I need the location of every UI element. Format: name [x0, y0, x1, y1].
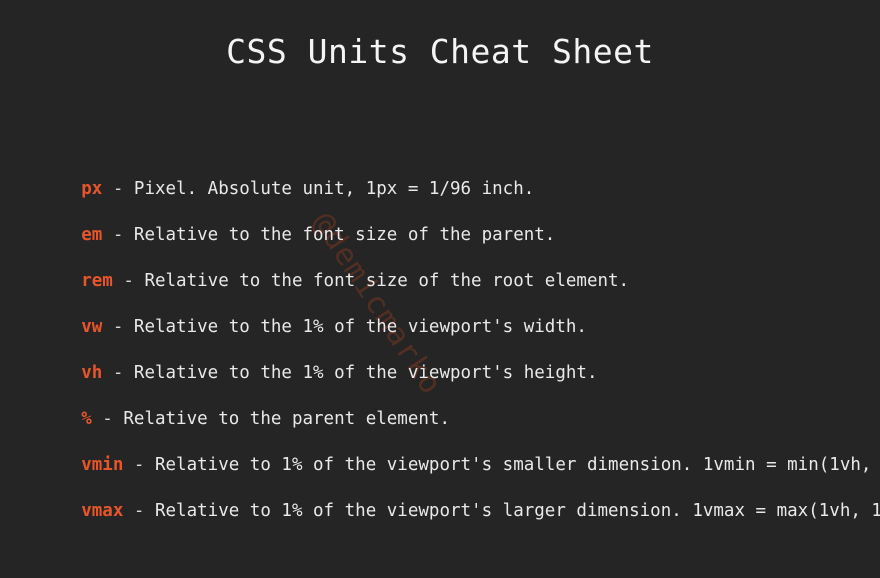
- list-item: vmin - Relative to 1% of the viewport's …: [18, 426, 871, 475]
- unit-name: vmax: [81, 501, 124, 521]
- list-item: px - Pixel. Absolute unit, 1px = 1/96 in…: [18, 150, 868, 199]
- list-item: vw - Relative to the 1% of the viewport'…: [18, 288, 868, 337]
- cheat-sheet-page: CSS Units Cheat Sheet @demicmarko px - P…: [0, 0, 880, 578]
- unit-name: rem: [81, 271, 113, 291]
- unit-name: vw: [81, 317, 103, 337]
- unit-description: Pixel. Absolute unit, 1px = 1/96 inch.: [133, 179, 535, 199]
- unit-description: Relative to the parent element.: [123, 409, 450, 429]
- css-units-list: px - Pixel. Absolute unit, 1px = 1/96 in…: [18, 150, 880, 521]
- unit-description: Relative to the font size of the root el…: [144, 271, 630, 291]
- unit-description: Relative to 1% of the viewport's larger …: [154, 501, 880, 521]
- unit-separator: -: [123, 501, 155, 521]
- list-item: vmax - Relative to 1% of the viewport's …: [18, 472, 880, 521]
- unit-description: Relative to the 1% of the viewport's wid…: [133, 317, 587, 337]
- unit-name: px: [81, 179, 103, 199]
- unit-name: %: [81, 409, 92, 429]
- unit-name: vh: [81, 363, 103, 383]
- list-item: em - Relative to the font size of the pa…: [18, 196, 868, 245]
- unit-separator: -: [91, 409, 124, 429]
- unit-name: vmin: [81, 455, 124, 475]
- unit-separator: -: [112, 271, 145, 291]
- unit-separator: -: [102, 225, 134, 245]
- unit-description: Relative to the 1% of the viewport's hei…: [133, 363, 598, 383]
- list-item: % - Relative to the parent element.: [18, 380, 868, 429]
- list-item: rem - Relative to the font size of the r…: [18, 242, 868, 291]
- unit-separator: -: [123, 455, 155, 475]
- unit-separator: -: [102, 317, 134, 337]
- list-item: vh - Relative to the 1% of the viewport'…: [18, 334, 868, 383]
- page-title: CSS Units Cheat Sheet: [226, 32, 654, 71]
- unit-name: em: [81, 225, 103, 245]
- unit-separator: -: [102, 179, 134, 199]
- unit-description: Relative to 1% of the viewport's smaller…: [154, 455, 880, 475]
- unit-separator: -: [102, 363, 134, 383]
- unit-description: Relative to the font size of the parent.: [133, 225, 556, 245]
